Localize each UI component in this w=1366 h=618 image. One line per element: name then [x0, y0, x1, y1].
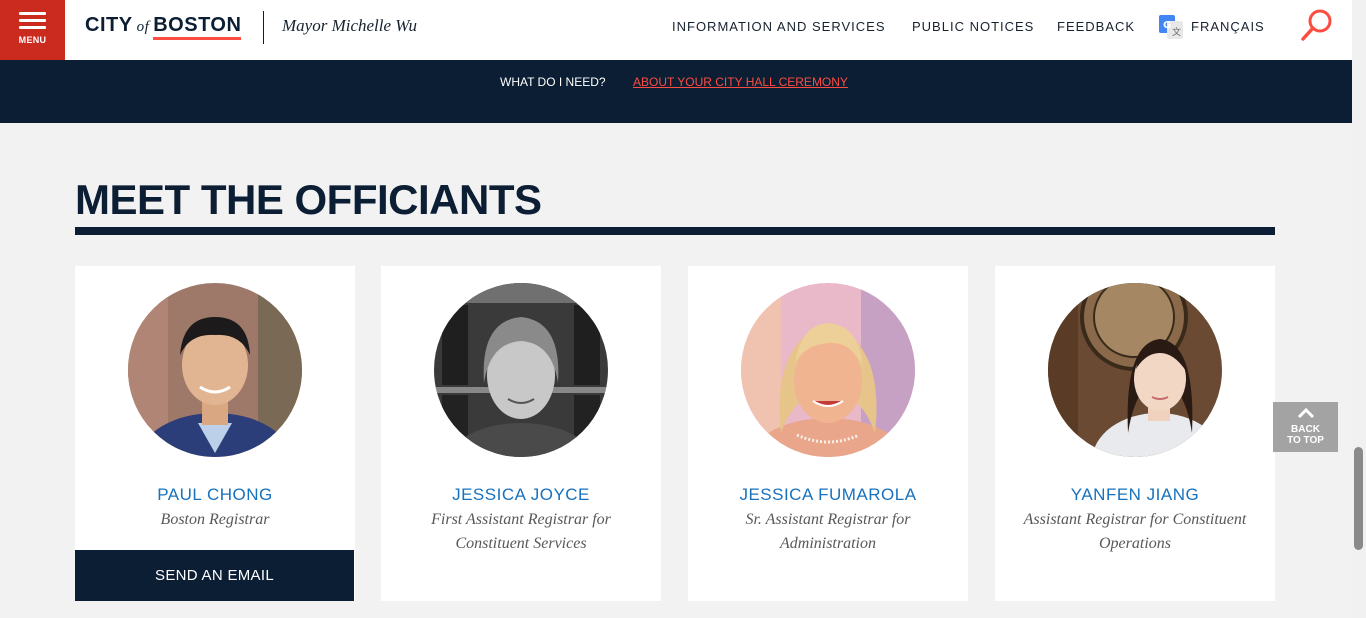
officiant-card: PAUL CHONG Boston Registrar SEND AN EMAI…	[75, 266, 355, 601]
sub-navigation: WHAT DO I NEED? ABOUT YOUR CITY HALL CER…	[0, 60, 1352, 123]
avatar	[741, 283, 915, 457]
section-title: MEET THE OFFICIANTS	[75, 176, 542, 223]
officiant-role: Boston Registrar	[160, 511, 270, 528]
menu-button[interactable]: MENU	[0, 0, 65, 60]
menu-label: MENU	[18, 35, 47, 45]
back-to-top-label: BACK TO TOP	[1273, 424, 1338, 446]
svg-text:G: G	[1163, 20, 1171, 31]
back-to-top-line2: TO TOP	[1287, 435, 1324, 446]
avatar	[128, 283, 302, 457]
chevron-up-icon	[1297, 407, 1315, 419]
logo-city: CITY	[85, 14, 133, 36]
scrollbar-thumb[interactable]	[1354, 447, 1363, 550]
translate-icon[interactable]: G 文	[1159, 15, 1183, 39]
subnav-about-ceremony[interactable]: ABOUT YOUR CITY HALL CEREMONY	[633, 75, 848, 89]
send-email-button[interactable]: SEND AN EMAIL	[75, 550, 354, 601]
officiant-name: JESSICA JOYCE	[452, 485, 590, 504]
header-divider	[263, 11, 264, 44]
avatar	[1048, 283, 1222, 457]
officiant-role: Assistant Registrar for Constituent Oper…	[1023, 511, 1247, 552]
officiant-card: JESSICA JOYCE First Assistant Registrar …	[381, 266, 661, 601]
logo-of: of	[136, 19, 150, 35]
page-scrollbar[interactable]	[1352, 0, 1366, 618]
hamburger-icon	[19, 12, 46, 33]
title-rule	[75, 227, 1275, 235]
search-icon[interactable]	[1299, 7, 1335, 43]
site-header: MENU CITY of BOSTON Mayor Michelle Wu INFO…	[0, 0, 1352, 60]
avatar	[434, 283, 608, 457]
officiant-card: JESSICA FUMAROLA Sr. Assistant Registrar…	[688, 266, 968, 601]
nav-language-francais[interactable]: FRANÇAIS	[1191, 19, 1265, 34]
officiant-role: Sr. Assistant Registrar for Administrati…	[745, 511, 911, 552]
nav-information-and-services[interactable]: INFORMATION AND SERVICES	[672, 19, 886, 34]
logo-boston: BOSTON	[153, 14, 242, 40]
back-to-top-button[interactable]: BACK TO TOP	[1273, 402, 1338, 452]
officiant-name: JESSICA FUMAROLA	[739, 485, 917, 504]
officiant-role: First Assistant Registrar for Constituen…	[431, 511, 611, 552]
subnav-what-do-i-need[interactable]: WHAT DO I NEED?	[500, 75, 606, 89]
officiant-name: PAUL CHONG	[157, 485, 273, 504]
svg-text:文: 文	[1172, 26, 1181, 38]
mayor-name: Mayor Michelle Wu	[282, 16, 418, 35]
city-of-boston-logo[interactable]: CITY of BOSTON	[85, 14, 242, 40]
back-to-top-line1: BACK	[1291, 424, 1320, 435]
officiant-card: YANFEN JIANG Assistant Registrar for Con…	[995, 266, 1275, 601]
officiant-name: YANFEN JIANG	[1070, 485, 1200, 504]
nav-feedback[interactable]: FEEDBACK	[1057, 19, 1135, 34]
nav-public-notices[interactable]: PUBLIC NOTICES	[912, 19, 1034, 34]
